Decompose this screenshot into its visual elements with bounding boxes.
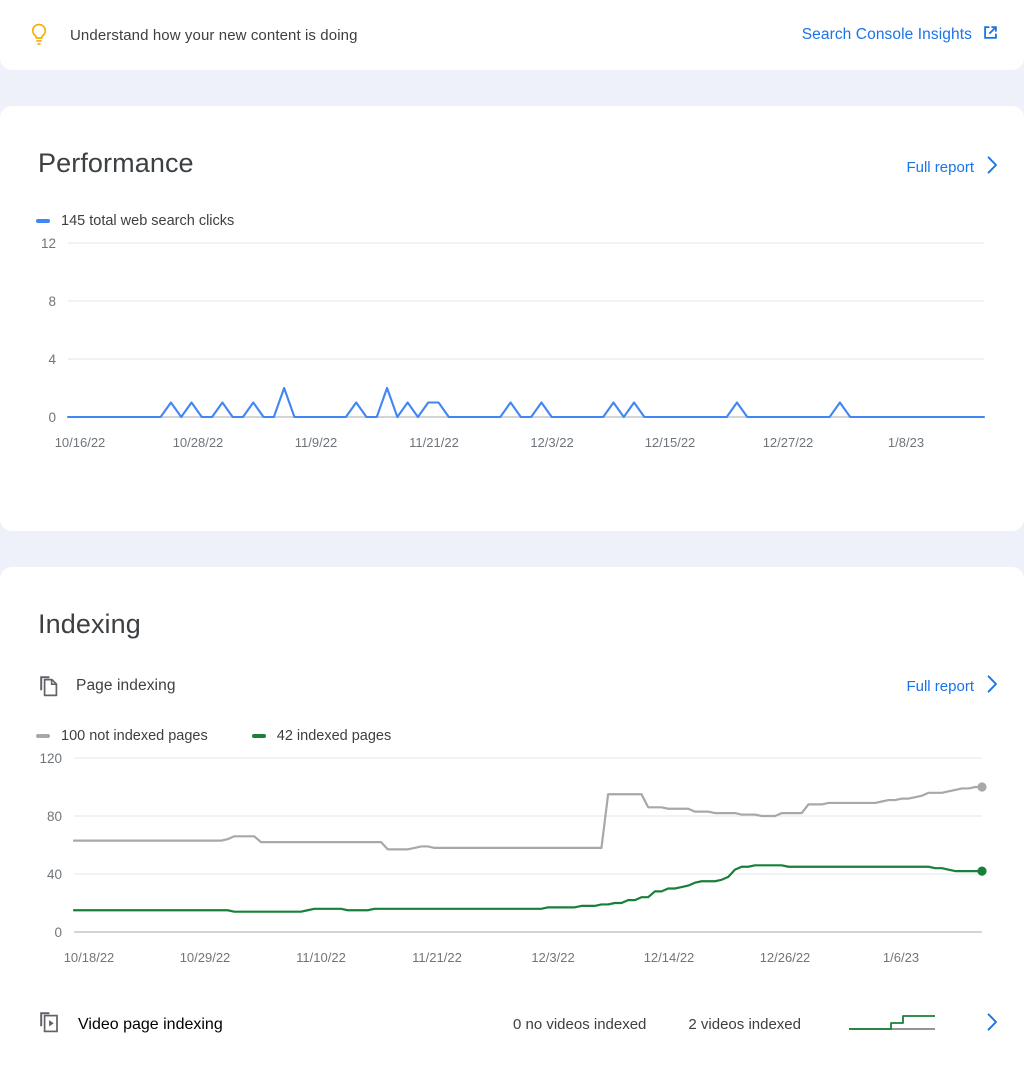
y-axis-tick-label: 0: [54, 925, 62, 940]
performance-card: Performance Full report 145 total web se…: [0, 106, 1024, 531]
legend-item-indexed[interactable]: 42 indexed pages: [251, 728, 392, 744]
x-axis-tick-label: 12/3/22: [530, 435, 573, 450]
indexing-card: Indexing Page indexing Full report 100 n…: [0, 567, 1024, 1072]
performance-title: Performance: [38, 148, 194, 178]
x-axis-tick-label: 10/16/22: [55, 435, 106, 450]
performance-chart[interactable]: 0 4 8 12 10/16/22 10/28/22 11/9/22 11/21/22 12/3…: [0, 229, 1024, 469]
legend-label-not-indexed: 100 not indexed pages: [61, 728, 208, 744]
series-end-point: [977, 782, 987, 792]
x-axis-tick-label: 12/26/22: [760, 950, 811, 965]
x-axis-tick-label: 12/14/22: [644, 950, 695, 965]
section-gap-1: [0, 70, 1024, 106]
x-axis-tick-label: 11/9/22: [295, 435, 337, 450]
indexing-legend: 100 not indexed pages 42 indexed pages: [0, 728, 1024, 744]
x-axis-tick-label: 12/15/22: [645, 435, 696, 450]
series-line: [72, 785, 984, 851]
open-in-new-icon[interactable]: [981, 23, 1000, 47]
indexing-header: Indexing: [0, 567, 1024, 640]
series-end-point: [977, 866, 987, 876]
x-axis-tick-label: 11/21/22: [409, 435, 459, 450]
y-axis-tick-label: 4: [48, 352, 56, 367]
page-indexing-chart-svg[interactable]: 0 40 80 120 10/18/22 10/29/22 11/10/22 11/21/22…: [0, 744, 1024, 984]
performance-full-report-label[interactable]: Full report: [906, 159, 974, 176]
page-indexing-full-report-link[interactable]: Full report: [906, 674, 998, 698]
page-indexing-row[interactable]: Page indexing Full report: [0, 674, 1024, 698]
page-indexing-full-report-label[interactable]: Full report: [906, 678, 974, 695]
x-axis-tick-label: 12/3/22: [531, 950, 574, 965]
pages-copy-icon: [38, 674, 60, 698]
legend-label-clicks: 145 total web search clicks: [61, 213, 235, 229]
x-axis-tick-label: 1/8/23: [888, 435, 924, 450]
video-indexing-sparkline: [847, 1011, 937, 1038]
video-stat-no-videos: 0 no videos indexed: [512, 1016, 647, 1033]
page-indexing-label: Page indexing: [76, 677, 176, 694]
video-page-indexing-label: Video page indexing: [78, 1015, 223, 1033]
legend-item-clicks[interactable]: 145 total web search clicks: [36, 213, 234, 229]
series-line: [72, 864, 984, 913]
legend-swatch-indexed: [251, 734, 266, 738]
insights-link-label[interactable]: Search Console Insights: [802, 26, 972, 44]
x-axis-tick-label: 12/27/22: [763, 435, 814, 450]
video-page-icon: [38, 1010, 60, 1039]
legend-swatch-not-indexed: [36, 734, 50, 738]
video-stat-videos-indexed: 2 videos indexed: [688, 1016, 801, 1033]
x-axis-tick-label: 1/6/23: [883, 950, 919, 965]
indexing-title: Indexing: [38, 609, 141, 639]
video-indexing-stats: 0 no videos indexed 2 videos indexed: [513, 1016, 801, 1033]
x-axis-tick-label: 11/21/22: [412, 950, 462, 965]
chevron-right-icon[interactable]: [987, 674, 998, 698]
legend-label-indexed: 42 indexed pages: [276, 728, 392, 744]
legend-swatch-clicks: [36, 219, 50, 223]
search-console-insights-banner: Understand how your new content is doing…: [0, 0, 1024, 70]
x-axis-tick-label: 10/29/22: [180, 950, 231, 965]
performance-legend: 145 total web search clicks: [0, 213, 1024, 229]
lightbulb-icon: [26, 20, 52, 50]
search-console-insights-link[interactable]: Search Console Insights: [802, 23, 1000, 47]
series-line: [66, 386, 986, 419]
video-page-indexing-row[interactable]: Video page indexing 0 no videos indexed …: [0, 1010, 1024, 1039]
video-page-indexing-chevron-icon[interactable]: [987, 1013, 998, 1036]
legend-item-not-indexed[interactable]: 100 not indexed pages: [36, 728, 208, 744]
x-axis-tick-label: 11/10/22: [296, 950, 346, 965]
chevron-right-icon[interactable]: [987, 156, 998, 179]
y-axis-tick-label: 12: [41, 236, 56, 251]
y-axis-tick-label: 0: [48, 410, 56, 425]
y-axis-tick-label: 120: [39, 751, 62, 766]
y-axis-tick-label: 40: [47, 867, 62, 882]
y-axis-tick-label: 8: [48, 294, 56, 309]
page-indexing-chart[interactable]: 0 40 80 120 10/18/22 10/29/22 11/10/22 11/21/22…: [0, 744, 1024, 984]
y-axis-tick-label: 80: [47, 809, 62, 824]
insights-message: Understand how your new content is doing: [70, 26, 358, 44]
performance-header: Performance Full report: [0, 106, 1024, 179]
performance-chart-svg[interactable]: 0 4 8 12 10/16/22 10/28/22 11/9/22 11/21/22 12/3…: [0, 229, 1024, 469]
section-gap-2: [0, 531, 1024, 567]
x-axis-tick-label: 10/28/22: [173, 435, 224, 450]
x-axis-tick-label: 10/18/22: [64, 950, 115, 965]
performance-full-report-link[interactable]: Full report: [906, 156, 998, 179]
